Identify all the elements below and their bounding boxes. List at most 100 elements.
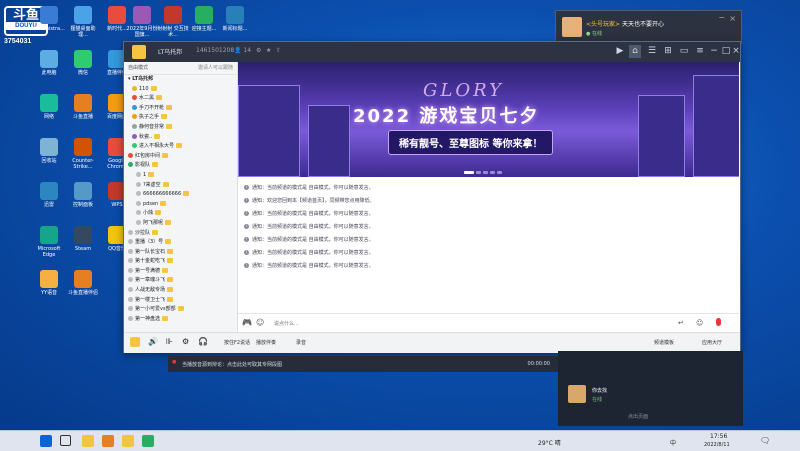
clock-time[interactable]: 17:56 bbox=[710, 433, 727, 440]
enter-icon[interactable]: ↵ bbox=[678, 319, 684, 327]
event-banner[interactable]: GLORY 2022 游戏宝贝七夕 稀有靓号、至尊图标 等你来拿！ bbox=[238, 62, 739, 177]
channel-list-item[interactable]: 人战无敌专场 bbox=[124, 286, 237, 296]
mic-icon[interactable] bbox=[716, 318, 721, 326]
channel-list-item[interactable]: 水二黑 bbox=[124, 94, 237, 104]
ime-indicator[interactable]: 中 bbox=[670, 438, 676, 447]
channel-list-item[interactable]: 小烛 bbox=[124, 209, 237, 219]
desktop-icon[interactable]: 2022年9月份国旗... bbox=[125, 6, 159, 38]
desktop-icon[interactable]: 此电脑 bbox=[32, 50, 66, 76]
channel-list-item[interactable]: 第一楼卫士飞 bbox=[124, 296, 237, 306]
broadcast-bar[interactable]: ● 当播放音源到辩论：点击此处可取其专网段图 00:00:00 bbox=[168, 356, 558, 372]
close-icon[interactable]: × bbox=[730, 45, 742, 58]
notification-icon[interactable]: 🗨 bbox=[760, 436, 770, 445]
desktop-icon[interactable]: 迅雷 bbox=[32, 182, 66, 208]
desktop-icon[interactable]: YY语音 bbox=[32, 270, 66, 296]
channel-list-item[interactable]: 红包房中间 bbox=[124, 152, 237, 162]
desktop-icon[interactable]: Steam bbox=[66, 226, 100, 252]
pager-dot[interactable] bbox=[483, 171, 488, 174]
pager-dot[interactable] bbox=[476, 171, 481, 174]
panel-footer[interactable]: 点出页面 bbox=[628, 413, 648, 420]
task-view-icon[interactable] bbox=[60, 435, 71, 446]
minimize-icon[interactable]: − bbox=[708, 45, 720, 58]
channel-list-item[interactable]: 静何音芬常 bbox=[124, 123, 237, 133]
desktop-icon[interactable]: 新闻标题... bbox=[218, 6, 252, 32]
channel-list-item[interactable]: 第一号满德 bbox=[124, 267, 237, 277]
weather-info[interactable]: 29°C 晴 bbox=[538, 438, 561, 447]
windows-start-icon[interactable] bbox=[40, 435, 52, 447]
desktop-icon[interactable]: Counter-Strike... bbox=[66, 138, 100, 170]
mode-select[interactable]: 自由模式 bbox=[128, 65, 148, 71]
pager-dot[interactable] bbox=[490, 171, 495, 174]
channel-list-item[interactable]: 重播（3）号 bbox=[124, 238, 237, 248]
taskbar-app-icon[interactable] bbox=[102, 435, 114, 447]
pager-dot[interactable] bbox=[497, 171, 502, 174]
app-hall-button[interactable]: 应用大厅 bbox=[702, 339, 722, 346]
emoji-icon[interactable]: ☺ bbox=[256, 318, 264, 327]
clock-date[interactable]: 2022/8/11 bbox=[704, 442, 730, 448]
menu-icon[interactable]: ≡ bbox=[694, 45, 706, 58]
vip-badge-icon bbox=[167, 296, 174, 302]
equalizer-icon[interactable]: ⊪ bbox=[166, 337, 173, 346]
desktop-icon[interactable]: 微信 bbox=[66, 50, 100, 76]
desktop-icon[interactable]: 迎接主题... bbox=[187, 6, 221, 32]
channel-root[interactable]: ▾ LT乌托邦 bbox=[124, 75, 237, 85]
channel-list-item[interactable]: 进入不相永大号 bbox=[124, 142, 237, 152]
record-button[interactable]: 录音 bbox=[296, 339, 306, 346]
chat-input[interactable] bbox=[272, 317, 656, 330]
channel-list-item[interactable]: ?来虚空 bbox=[124, 181, 237, 191]
emoji-icon[interactable]: ☺ bbox=[696, 319, 703, 327]
channel-list-item[interactable]: 手刀不开枪 bbox=[124, 104, 237, 114]
friend-avatar[interactable] bbox=[568, 385, 586, 403]
channel-list-item[interactable]: 沙拉队 bbox=[124, 229, 237, 239]
star-icon[interactable]: ★ bbox=[266, 47, 271, 54]
banner-pager[interactable] bbox=[463, 168, 503, 176]
desktop-icon[interactable]: Microsoft Edge bbox=[32, 226, 66, 258]
channel-list-item[interactable]: 执子之手 bbox=[124, 113, 237, 123]
desktop-icon[interactable]: 射射射 交互技术... bbox=[156, 6, 190, 38]
desktop-icon[interactable]: 控制面板 bbox=[66, 182, 100, 208]
share-icon[interactable]: ⇧ bbox=[276, 47, 281, 54]
channel-list-item[interactable]: 第一章魂斗飞 bbox=[124, 276, 237, 286]
settings-icon[interactable]: ⚙ bbox=[182, 337, 189, 346]
channel-list-item[interactable]: 第一队长宝石 bbox=[124, 248, 237, 258]
friend-name[interactable]: 你去找 bbox=[592, 387, 607, 394]
video-icon[interactable]: ▶ bbox=[614, 45, 626, 58]
desktop-icon[interactable]: 斗鱼直播伴侣 bbox=[66, 270, 100, 296]
taskbar-app-icon[interactable] bbox=[142, 435, 154, 447]
minimize-icon[interactable]: − bbox=[718, 13, 725, 22]
gamepad-icon[interactable]: ⊞ bbox=[662, 45, 674, 58]
settings-icon[interactable]: ⚙ bbox=[256, 47, 261, 54]
message-notification[interactable]: <头号玩家> 天天也不要开心 ● 在线 × − bbox=[555, 10, 742, 44]
play-accompaniment-button[interactable]: 播放伴奏 bbox=[256, 339, 276, 346]
window-titlebar[interactable]: LT乌托邦 1461501208 👤 14 ⚙ ★ ⇧ ▶ ⌂ ☰ ⊞ ▭ ≡ … bbox=[124, 42, 740, 62]
channel-list-item[interactable]: 阿飞那呢 bbox=[124, 219, 237, 229]
gamepad-icon[interactable]: 🎮 bbox=[242, 318, 252, 327]
channel-template-button[interactable]: 频道模板 bbox=[654, 339, 674, 346]
pager-dot[interactable] bbox=[464, 171, 474, 174]
desktop-icon[interactable]: 狸猫桌面助理... bbox=[66, 6, 100, 38]
desktop-icon[interactable]: Administra... bbox=[32, 6, 66, 32]
channel-list-item[interactable]: pdsen bbox=[124, 200, 237, 210]
mic-icon[interactable] bbox=[130, 337, 140, 347]
user-avatar bbox=[136, 200, 141, 206]
channel-list-item[interactable]: 666666666666 bbox=[124, 190, 237, 200]
explorer-icon[interactable] bbox=[82, 435, 94, 447]
channel-list-item[interactable]: 110 bbox=[124, 85, 237, 95]
channel-list-item[interactable]: 第十金蛇吃飞 bbox=[124, 257, 237, 267]
desktop-icon[interactable]: 斗鱼直播 bbox=[66, 94, 100, 120]
channel-list-item[interactable]: 1 bbox=[124, 171, 237, 181]
headphone-icon[interactable]: 🎧 bbox=[198, 337, 208, 346]
screen-icon[interactable]: ▭ bbox=[678, 45, 690, 58]
channel-list-item[interactable]: 第一小可爱vs部部 bbox=[124, 305, 237, 315]
push-to-talk-button[interactable]: 按住F2说话 bbox=[224, 339, 250, 346]
desktop-icon[interactable]: 网络 bbox=[32, 94, 66, 120]
channel-list-item[interactable]: 影视队 bbox=[124, 161, 237, 171]
list-icon[interactable]: ☰ bbox=[646, 45, 658, 58]
channel-list-item[interactable]: 秋瓷.. bbox=[124, 133, 237, 143]
channel-list-item[interactable]: 第一神盘选 bbox=[124, 315, 237, 325]
taskbar-app-icon[interactable] bbox=[122, 435, 134, 447]
home-icon[interactable]: ⌂ bbox=[629, 45, 641, 58]
desktop-icon[interactable]: 回收站 bbox=[32, 138, 66, 164]
close-icon[interactable]: × bbox=[729, 14, 736, 23]
volume-icon[interactable]: 🔊 bbox=[148, 337, 158, 346]
